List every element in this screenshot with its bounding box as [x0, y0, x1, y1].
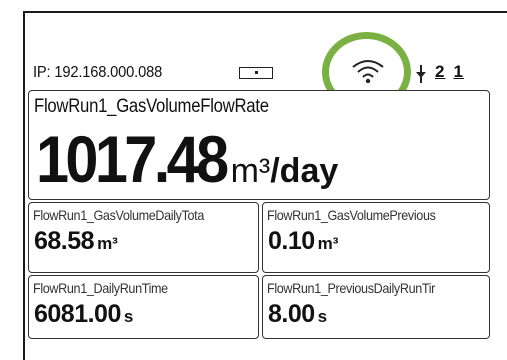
- daily-total-panel[interactable]: FlowRun1_GasVolumeDailyTota 68.58 m³: [28, 202, 259, 273]
- panel-value: 8.00: [268, 300, 315, 328]
- panel-label: FlowRun1_GasVolumePrevious: [267, 207, 436, 223]
- panel-unit: s: [123, 307, 134, 326]
- panel-value: 0.10: [268, 227, 315, 255]
- daily-run-time-panel[interactable]: FlowRun1_DailyRunTime 6081.00 s: [28, 275, 259, 339]
- main-unit-per-day: /day: [270, 152, 339, 190]
- ip-address: IP: 192.168.000.088: [33, 64, 163, 81]
- panel-value: 6081.00: [34, 300, 121, 328]
- power-plug-icon: [416, 65, 426, 83]
- previous-run-time-panel[interactable]: FlowRun1_PreviousDailyRunTir 8.00 s: [262, 275, 490, 339]
- channel-indicators: 21: [435, 62, 472, 82]
- battery-icon: [239, 67, 273, 79]
- channel-2-indicator: 2: [435, 62, 446, 81]
- panel-label: FlowRun1_DailyRunTime: [33, 280, 168, 296]
- main-value-row: 1017.48 m³/day: [36, 121, 338, 197]
- panel-unit: m³: [317, 234, 339, 253]
- channel-1-indicator: 1: [453, 62, 464, 81]
- wifi-icon[interactable]: [351, 57, 385, 85]
- main-unit-m3: m³: [230, 152, 271, 190]
- main-label: FlowRun1_GasVolumeFlowRate: [34, 96, 269, 117]
- main-flow-rate-panel[interactable]: FlowRun1_GasVolumeFlowRate 1017.48 m³/day: [28, 90, 490, 200]
- panel-value: 68.58: [34, 227, 95, 255]
- panel-label: FlowRun1_GasVolumeDailyTota: [33, 207, 204, 223]
- panel-unit: m³: [97, 234, 118, 253]
- main-value: 1017.48: [36, 122, 229, 196]
- panel-unit: s: [317, 307, 328, 326]
- previous-volume-panel[interactable]: FlowRun1_GasVolumePrevious 0.10 m³: [262, 202, 490, 273]
- panel-label: FlowRun1_PreviousDailyRunTir: [267, 280, 436, 296]
